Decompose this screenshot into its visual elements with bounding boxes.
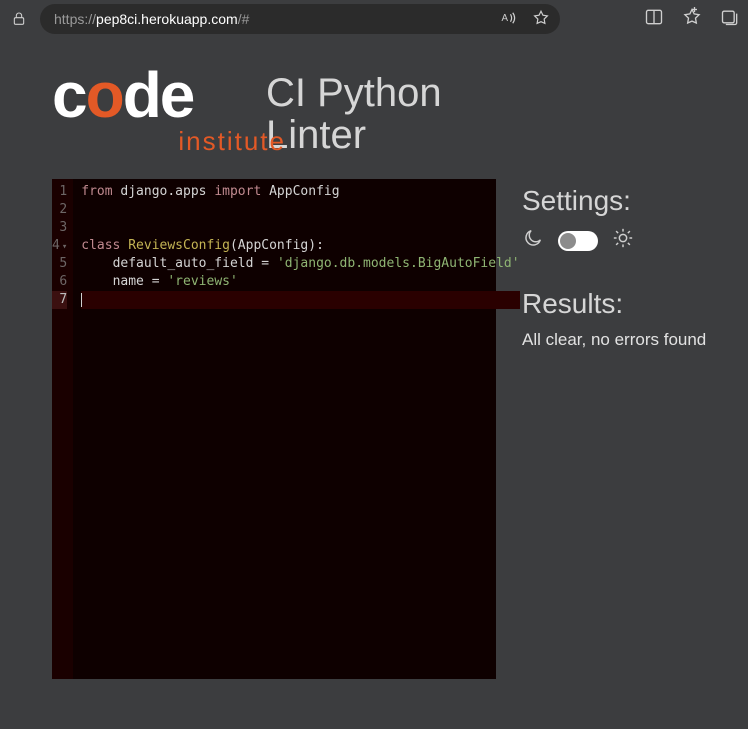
code-line: class ReviewsConfig(AppConfig): xyxy=(81,237,519,255)
collections-icon[interactable] xyxy=(720,7,740,32)
page-title: CI Python Linter xyxy=(266,72,442,156)
url-input[interactable]: https://pep8ci.herokuapp.com/# A xyxy=(40,4,560,34)
site-security-icon[interactable] xyxy=(8,11,30,27)
logo-letter-c: c xyxy=(52,59,86,131)
logo-institute-text: institute xyxy=(52,126,292,157)
logo-letters-de: de xyxy=(123,59,194,131)
line-number: 2 xyxy=(52,201,67,219)
code-editor[interactable]: 1 2 3 4 5 6 7 from django.apps import Ap… xyxy=(52,179,496,679)
code-line xyxy=(81,219,519,237)
url-prefix: https:// xyxy=(54,11,96,27)
theme-toggle[interactable] xyxy=(558,231,598,251)
favorite-star-icon[interactable] xyxy=(532,9,550,30)
code-line xyxy=(81,201,519,219)
line-number-gutter: 1 2 3 4 5 6 7 xyxy=(52,179,73,679)
code-area[interactable]: from django.apps import AppConfig class … xyxy=(73,179,527,679)
line-number: 6 xyxy=(52,273,67,291)
url-suffix: /# xyxy=(238,11,250,27)
read-aloud-icon[interactable]: A xyxy=(500,9,518,30)
code-line xyxy=(81,291,519,309)
page-header: code institute CI Python Linter xyxy=(0,38,748,167)
svg-text:A: A xyxy=(502,13,509,24)
line-number: 7 xyxy=(52,291,67,309)
line-number: 3 xyxy=(52,219,67,237)
split-screen-icon[interactable] xyxy=(644,7,664,32)
title-line-2: Linter xyxy=(266,114,442,156)
logo-letter-o: o xyxy=(86,59,123,131)
sun-icon xyxy=(612,227,634,254)
text-cursor xyxy=(81,293,82,307)
line-number: 5 xyxy=(52,255,67,273)
results-message: All clear, no errors found xyxy=(522,330,730,350)
sidebar: Settings: Results: All clear, no errors … xyxy=(522,179,748,679)
code-line: name = 'reviews' xyxy=(81,273,519,291)
theme-controls xyxy=(522,227,730,254)
settings-heading: Settings: xyxy=(522,185,730,217)
code-institute-logo: code institute xyxy=(52,68,292,157)
favorites-list-icon[interactable] xyxy=(682,7,702,32)
title-line-1: CI Python xyxy=(266,72,442,114)
results-heading: Results: xyxy=(522,288,730,320)
code-line: from django.apps import AppConfig xyxy=(81,183,519,201)
code-line: default_auto_field = 'django.db.models.B… xyxy=(81,255,519,273)
main-content: 1 2 3 4 5 6 7 from django.apps import Ap… xyxy=(0,167,748,679)
line-number: 1 xyxy=(52,183,67,201)
url-host: pep8ci.herokuapp.com xyxy=(96,11,238,27)
browser-address-bar: https://pep8ci.herokuapp.com/# A xyxy=(0,0,748,38)
line-number: 4 xyxy=(52,237,67,255)
